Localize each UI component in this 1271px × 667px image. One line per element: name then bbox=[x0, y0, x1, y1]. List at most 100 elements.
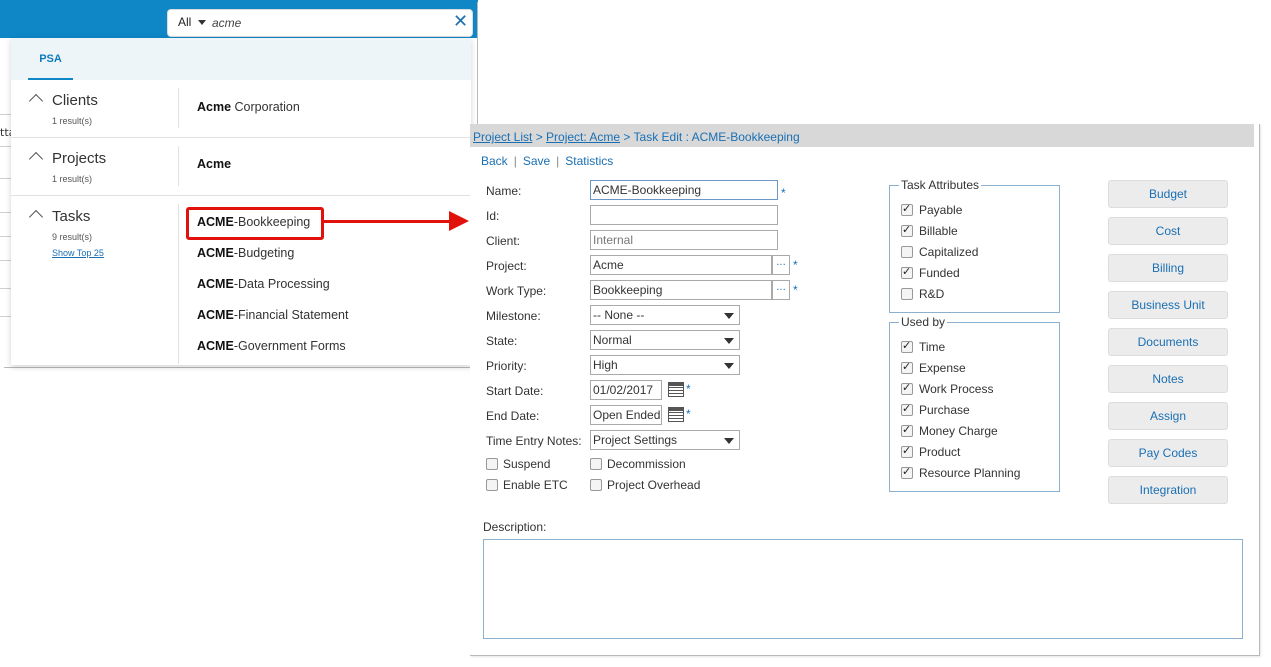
section-title[interactable]: Clients bbox=[52, 92, 98, 109]
end-date-label: End Date: bbox=[486, 409, 540, 423]
pay-codes-button[interactable]: Pay Codes bbox=[1108, 439, 1228, 467]
worktype-lookup-button[interactable]: ... bbox=[772, 280, 790, 300]
budget-button[interactable]: Budget bbox=[1108, 180, 1228, 208]
checkbox[interactable] bbox=[901, 223, 913, 237]
task-attributes-group: Task Attributes Payable Billable Capital… bbox=[889, 178, 1060, 313]
chevron-up-icon[interactable] bbox=[28, 209, 44, 225]
checkbox[interactable] bbox=[901, 246, 913, 258]
project-label: Project: bbox=[486, 259, 527, 273]
chevron-up-icon[interactable] bbox=[28, 93, 44, 109]
save-link[interactable]: Save bbox=[523, 154, 550, 168]
divider bbox=[178, 204, 179, 364]
milestone-value: -- None -- bbox=[593, 308, 645, 322]
integration-button[interactable]: Integration bbox=[1108, 476, 1228, 504]
result-count: 9 result(s) bbox=[52, 232, 93, 242]
checkbox[interactable] bbox=[901, 202, 913, 216]
worktype-field[interactable]: Bookkeeping bbox=[590, 280, 772, 300]
start-date-field[interactable]: 01/02/2017 bbox=[590, 380, 662, 400]
project-field[interactable]: Acme bbox=[590, 255, 772, 275]
priority-select[interactable]: High bbox=[590, 355, 740, 375]
result-item[interactable]: ACME-Financial Statement bbox=[197, 308, 348, 322]
suspend-checkbox[interactable] bbox=[486, 458, 498, 470]
result-item[interactable]: Acme Corporation bbox=[197, 100, 300, 114]
enable-etc-label: Enable ETC bbox=[503, 478, 568, 492]
chevron-up-icon[interactable] bbox=[28, 151, 44, 167]
end-date-field[interactable]: Open Ended bbox=[590, 405, 662, 425]
result-count: 1 result(s) bbox=[52, 116, 93, 126]
assign-button[interactable]: Assign bbox=[1108, 402, 1228, 430]
result-item[interactable]: Acme bbox=[197, 157, 231, 171]
checkbox-label: Billable bbox=[919, 224, 958, 238]
billing-button[interactable]: Billing bbox=[1108, 254, 1228, 282]
checkbox[interactable] bbox=[901, 265, 913, 279]
result-count: 1 result(s) bbox=[52, 174, 93, 184]
documents-button[interactable]: Documents bbox=[1108, 328, 1228, 356]
divider bbox=[178, 146, 179, 186]
breadcrumb-separator: > bbox=[532, 130, 547, 144]
milestone-label: Milestone: bbox=[486, 309, 541, 323]
checkbox-label: Product bbox=[919, 445, 961, 459]
time-entry-notes-select[interactable]: Project Settings bbox=[590, 430, 740, 450]
search-input[interactable] bbox=[212, 14, 442, 31]
name-field[interactable]: ACME-Bookkeeping bbox=[590, 180, 778, 200]
result-item[interactable]: ACME-Data Processing bbox=[197, 277, 330, 291]
separator: | bbox=[556, 154, 560, 168]
checkbox[interactable] bbox=[901, 465, 913, 479]
separator: | bbox=[513, 154, 517, 168]
result-item[interactable]: ACME-Government Forms bbox=[197, 339, 346, 353]
enable-etc-checkbox[interactable] bbox=[486, 479, 498, 491]
breadcrumb-project[interactable]: Project: Acme bbox=[546, 130, 620, 144]
milestone-select[interactable]: -- None -- bbox=[590, 305, 740, 325]
project-overhead-checkbox[interactable] bbox=[590, 479, 602, 491]
state-select[interactable]: Normal bbox=[590, 330, 740, 350]
checkbox-label: Time bbox=[919, 340, 946, 354]
show-top-25-link[interactable]: Show Top 25 bbox=[52, 248, 104, 258]
statistics-link[interactable]: Statistics bbox=[565, 154, 613, 168]
checkbox[interactable] bbox=[901, 402, 913, 416]
time-entry-notes-label: Time Entry Notes: bbox=[486, 434, 582, 448]
description-textarea[interactable] bbox=[483, 539, 1243, 639]
notes-button[interactable]: Notes bbox=[1108, 365, 1228, 393]
result-text: -Financial Statement bbox=[233, 308, 349, 322]
global-search-box: All ✕ bbox=[168, 10, 472, 36]
checkbox[interactable] bbox=[901, 360, 913, 374]
business-unit-button[interactable]: Business Unit bbox=[1108, 291, 1228, 319]
clear-search-icon[interactable]: ✕ bbox=[453, 12, 468, 32]
result-item[interactable]: ACME-Budgeting bbox=[197, 246, 294, 260]
back-link[interactable]: Back bbox=[481, 154, 508, 168]
checkbox-label: Funded bbox=[919, 266, 960, 280]
checkbox[interactable] bbox=[901, 288, 913, 300]
name-label: Name: bbox=[486, 184, 522, 198]
checkbox[interactable] bbox=[901, 381, 913, 395]
checkbox[interactable] bbox=[901, 423, 913, 437]
checkbox-label: Expense bbox=[919, 361, 966, 375]
checkbox-label: Payable bbox=[919, 203, 963, 217]
checkbox-label: Capitalized bbox=[919, 245, 979, 259]
tab-psa[interactable]: PSA bbox=[28, 38, 73, 80]
checkbox[interactable] bbox=[901, 444, 913, 458]
result-match: Acme bbox=[197, 100, 232, 114]
checkbox-label: Resource Planning bbox=[919, 466, 1021, 480]
divider bbox=[178, 88, 179, 128]
breadcrumb: Project List > Project: Acme > Task Edit… bbox=[470, 124, 1254, 147]
id-field[interactable] bbox=[590, 205, 778, 225]
decommission-checkbox[interactable] bbox=[590, 458, 602, 470]
caret-down-icon bbox=[724, 338, 734, 344]
checkbox-label: Money Charge bbox=[919, 424, 998, 438]
checkbox[interactable] bbox=[901, 339, 913, 353]
calendar-icon[interactable] bbox=[668, 407, 684, 422]
breadcrumb-project-list[interactable]: Project List bbox=[473, 130, 532, 144]
id-label: Id: bbox=[486, 209, 500, 223]
result-match: ACME bbox=[197, 339, 234, 353]
caret-down-icon[interactable] bbox=[198, 20, 206, 25]
project-overhead-label: Project Overhead bbox=[607, 478, 701, 492]
calendar-icon[interactable] bbox=[668, 382, 684, 397]
result-match: ACME bbox=[197, 277, 234, 291]
search-scope-select[interactable]: All bbox=[178, 15, 191, 29]
section-title[interactable]: Tasks bbox=[52, 208, 90, 225]
cost-button[interactable]: Cost bbox=[1108, 217, 1228, 245]
project-lookup-button[interactable]: ... bbox=[772, 255, 790, 275]
results-section-projects: Projects 1 result(s) Acme bbox=[11, 138, 471, 196]
section-title[interactable]: Projects bbox=[52, 150, 106, 167]
checkbox-label: R&D bbox=[919, 287, 945, 301]
